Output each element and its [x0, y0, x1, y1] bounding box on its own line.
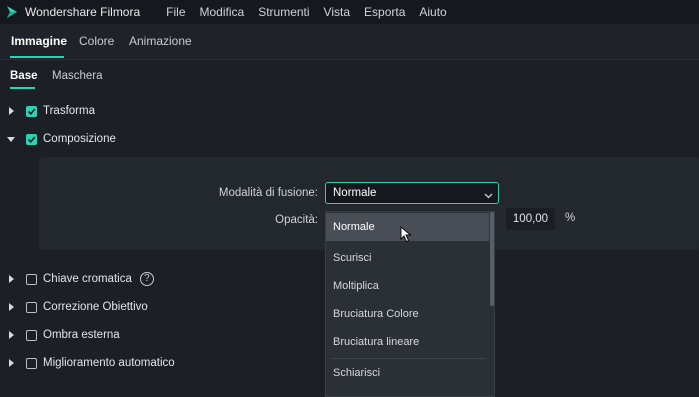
opacity-label: Opacità:: [275, 214, 318, 226]
opacity-unit: %: [565, 212, 576, 224]
menu-vista[interactable]: Vista: [324, 5, 350, 19]
section-chiave-cromatica[interactable]: Chiave cromatica ?: [0, 269, 154, 289]
caret-right-icon[interactable]: [6, 302, 16, 312]
ombra-esterna-checkbox[interactable]: [26, 329, 37, 341]
menu-modifica[interactable]: Modifica: [200, 5, 245, 19]
caret-right-icon[interactable]: [6, 330, 16, 340]
section-label: Miglioramento automatico: [43, 357, 175, 369]
miglioramento-automatico-checkbox[interactable]: [26, 357, 37, 369]
tab-colore[interactable]: Colore: [79, 34, 114, 48]
sub-tabs: Base Maschera: [0, 60, 699, 90]
dropdown-scrollbar[interactable]: [490, 212, 494, 306]
section-label: Correzione Obiettivo: [43, 301, 148, 313]
caret-right-icon[interactable]: [6, 106, 16, 116]
dropdown-option-scurisci[interactable]: Scurisci: [326, 244, 489, 272]
mouse-cursor-icon: [400, 226, 412, 246]
trasforma-checkbox[interactable]: [26, 105, 37, 117]
correzione-obiettivo-checkbox[interactable]: [26, 301, 37, 313]
tab-active-indicator: [10, 56, 64, 58]
dropdown-option-moltiplica[interactable]: Moltiplica: [326, 272, 489, 300]
subtab-base[interactable]: Base: [10, 70, 38, 82]
filmora-logo-icon: [5, 5, 19, 19]
dropdown-option-bruciatura-colore[interactable]: Bruciatura Colore: [326, 300, 489, 328]
caret-right-icon[interactable]: [6, 274, 16, 284]
help-icon[interactable]: ?: [139, 272, 154, 286]
section-correzione-obiettivo[interactable]: Correzione Obiettivo: [0, 297, 148, 317]
subtab-maschera[interactable]: Maschera: [52, 70, 103, 82]
menu-esporta[interactable]: Esporta: [364, 5, 405, 19]
section-miglioramento-automatico[interactable]: Miglioramento automatico: [0, 353, 175, 373]
section-label: Trasforma: [43, 105, 95, 117]
composizione-checkbox[interactable]: [26, 133, 37, 145]
caret-down-icon[interactable]: [6, 134, 16, 144]
section-label: Ombra esterna: [43, 329, 120, 341]
caret-right-icon[interactable]: [6, 358, 16, 368]
menu-file[interactable]: File: [166, 5, 185, 19]
main-tabs: Immagine Colore Animazione: [0, 24, 699, 60]
menu-aiuto[interactable]: Aiuto: [419, 5, 446, 19]
blend-mode-select[interactable]: Normale: [325, 182, 499, 204]
tab-immagine[interactable]: Immagine: [11, 34, 67, 48]
section-ombra-esterna[interactable]: Ombra esterna: [0, 325, 120, 345]
section-label: Composizione: [43, 133, 116, 145]
section-composizione[interactable]: Composizione: [0, 129, 116, 149]
section-trasforma[interactable]: Trasforma: [0, 101, 95, 121]
dropdown-option-schiarisci[interactable]: Schiarisci: [326, 359, 489, 387]
section-label: Chiave cromatica: [43, 273, 132, 285]
subtab-active-indicator: [10, 87, 35, 89]
app-title: Wondershare Filmora: [25, 5, 141, 19]
chevron-down-icon: [484, 189, 493, 203]
title-bar: Wondershare Filmora File Modifica Strume…: [0, 0, 699, 24]
blend-mode-value: Normale: [333, 187, 377, 199]
menu-strumenti[interactable]: Strumenti: [258, 5, 309, 19]
tab-animazione[interactable]: Animazione: [129, 34, 192, 48]
dropdown-option-bruciatura-lineare[interactable]: Bruciatura lineare: [326, 328, 489, 356]
blend-mode-label: Modalità di fusione:: [218, 187, 318, 199]
opacity-input[interactable]: 100,00: [506, 208, 555, 230]
chiave-cromatica-checkbox[interactable]: [26, 273, 37, 285]
